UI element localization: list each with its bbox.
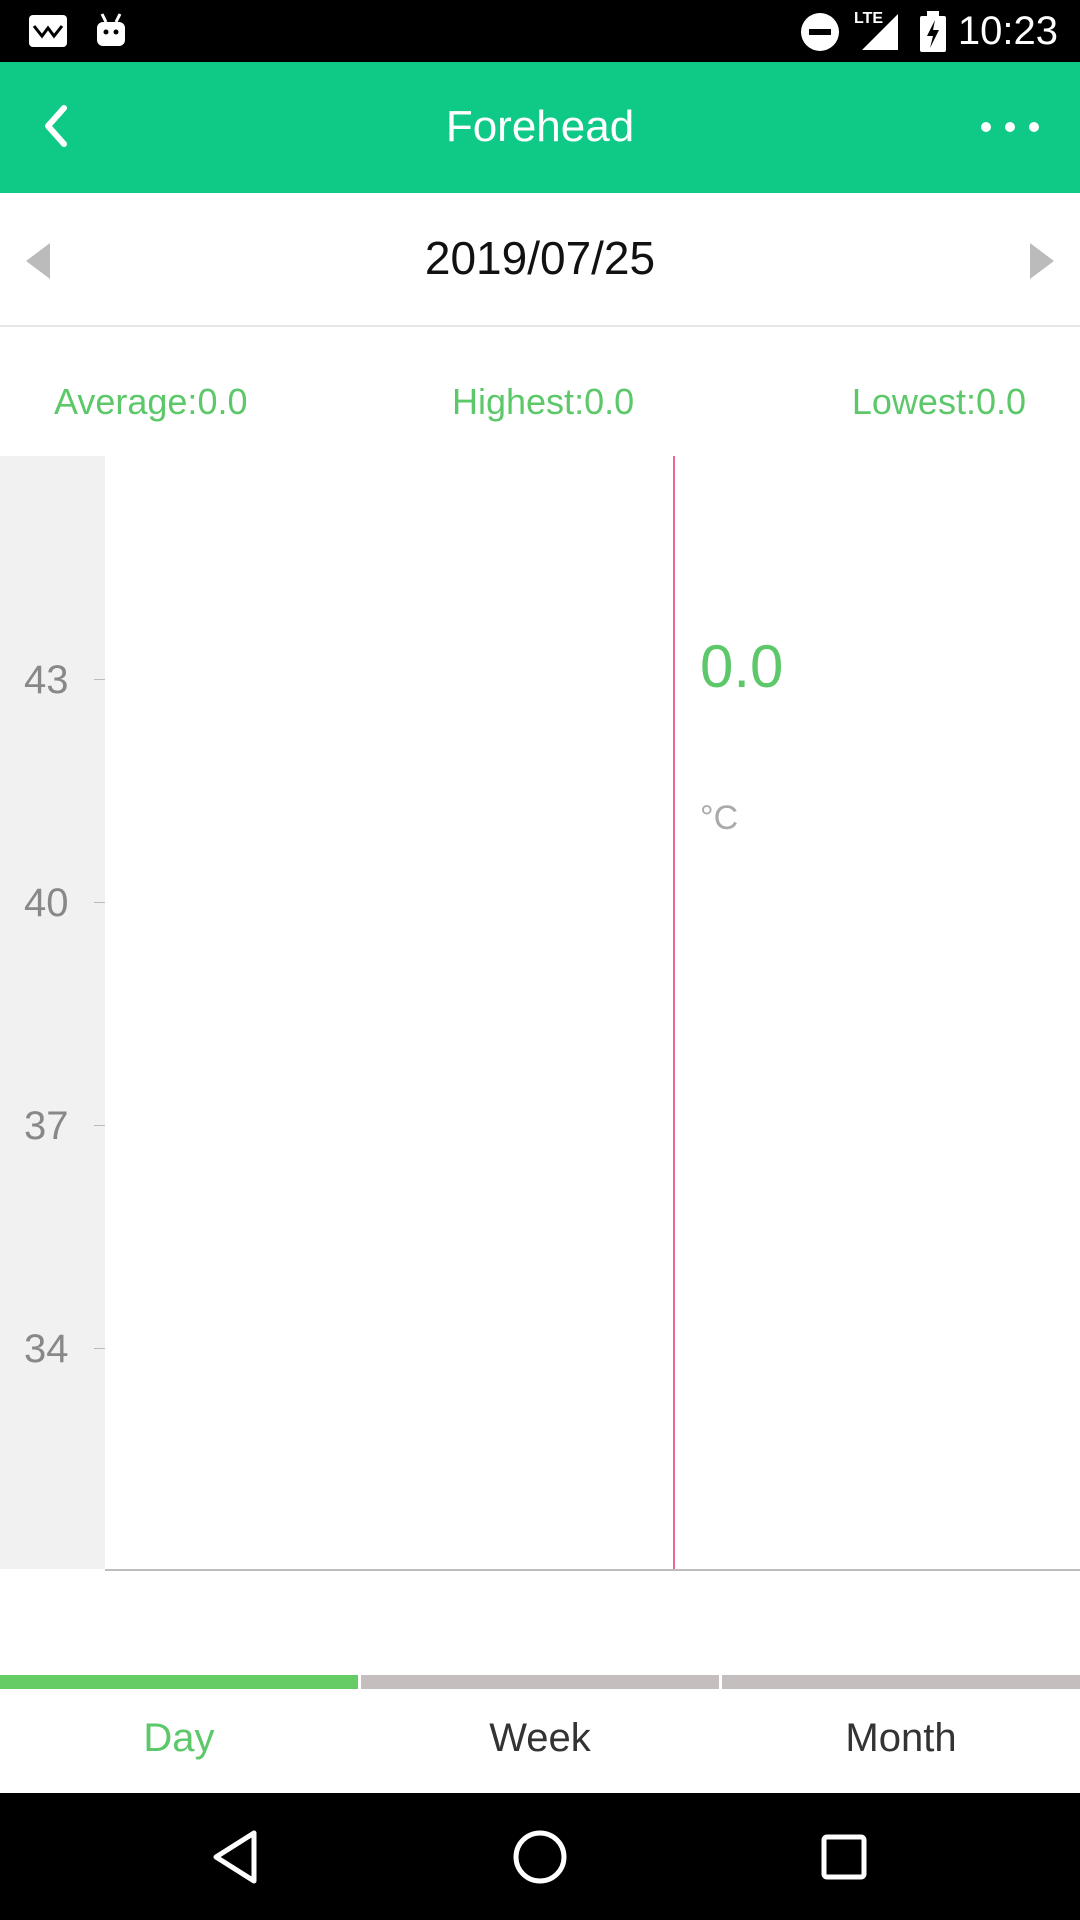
tab-label: Week [489, 1716, 591, 1760]
y-tick-label: 37 [24, 1104, 69, 1148]
highest-stat: Highest:0.0 [452, 381, 635, 422]
stats-row: Average:0.0 Highest:0.0 Lowest:0.0 [0, 380, 1080, 430]
app-header: Forehead [0, 62, 1080, 193]
nav-recents-button[interactable] [812, 1825, 876, 1889]
system-navigation-bar [0, 1793, 1080, 1920]
period-tabs: Day Week Month [0, 1675, 1080, 1793]
y-axis: 43 40 37 34 [0, 456, 105, 1569]
recents-square-icon [821, 1834, 867, 1880]
y-tick-mark [94, 1125, 105, 1126]
nav-home-button[interactable] [508, 1825, 572, 1889]
tab-day[interactable]: Day [0, 1675, 358, 1793]
tab-week[interactable]: Week [361, 1675, 719, 1793]
status-time: 10:23 [957, 9, 1058, 53]
tab-month[interactable]: Month [722, 1675, 1080, 1793]
current-date: 2019/07/25 [424, 232, 656, 284]
more-menu-button[interactable] [970, 102, 1050, 152]
average-stat: Average:0.0 [54, 381, 248, 422]
x-axis-baseline [105, 1569, 1080, 1571]
page-title: Forehead [445, 102, 635, 151]
date-navigation: 2019/07/25 [0, 193, 1080, 327]
tab-indicator [722, 1675, 1080, 1689]
y-tick-mark [94, 902, 105, 903]
y-tick-mark [94, 1348, 105, 1349]
cursor-line[interactable] [673, 456, 675, 1569]
triangle-right-icon [1030, 243, 1054, 279]
y-tick-label: 34 [24, 1327, 69, 1371]
temperature-chart[interactable]: 43 40 37 34 0.0 °C [0, 456, 1080, 1573]
tab-label: Day [143, 1716, 215, 1760]
temperature-unit: °C [700, 799, 739, 837]
more-dots-icon [981, 122, 1039, 132]
cursor-value: 0.0 [700, 633, 784, 700]
signal-icon [862, 14, 898, 50]
home-circle-icon [513, 1830, 567, 1884]
tab-label: Month [845, 1716, 957, 1760]
battery-charging-icon [920, 11, 946, 52]
status-bar: LTE 10:23 [0, 0, 1080, 62]
tab-indicator [361, 1675, 719, 1689]
nav-back-button[interactable] [204, 1825, 268, 1889]
mail-icon [29, 15, 67, 47]
do-not-disturb-icon [801, 13, 839, 51]
android-icon [97, 13, 125, 46]
back-triangle-icon [213, 1830, 257, 1884]
y-tick-mark [94, 679, 105, 680]
tab-indicator [0, 1675, 358, 1689]
lowest-stat: Lowest:0.0 [851, 381, 1026, 422]
next-date-button[interactable] [1020, 237, 1060, 285]
y-tick-label: 43 [24, 658, 69, 702]
y-tick-label: 40 [24, 881, 69, 925]
